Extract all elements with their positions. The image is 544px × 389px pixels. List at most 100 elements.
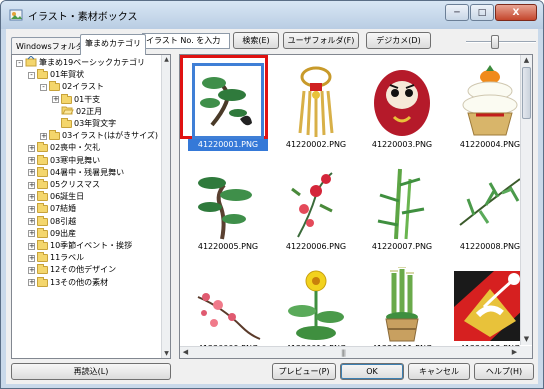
expand-icon[interactable]: +: [28, 279, 35, 287]
tree-item-label: 09出産: [50, 228, 77, 238]
folder-icon: [37, 142, 48, 153]
tree-item-label: 02喪中・欠礼: [50, 143, 101, 153]
preview-button[interactable]: プレビュー(P): [272, 363, 336, 380]
scroll-up-icon[interactable]: ▲: [162, 55, 170, 64]
tree-item-label: 01干支: [74, 94, 101, 104]
tab-fudemame-category[interactable]: 筆まめカテゴリ: [80, 34, 146, 55]
ok-button[interactable]: OK: [340, 363, 404, 380]
tree-item[interactable]: +03寒中見舞い: [28, 154, 101, 167]
reload-button[interactable]: 再読込(L): [11, 363, 171, 380]
expand-icon[interactable]: +: [40, 132, 47, 140]
thumbnail-item[interactable]: 41220006.PNG: [272, 161, 360, 261]
collapse-icon[interactable]: -: [16, 59, 23, 67]
folder-icon: [61, 93, 72, 104]
tree-item-label: 05クリスマス: [50, 180, 100, 189]
search-button[interactable]: 検索(E): [233, 32, 279, 49]
tree-item[interactable]: - 01年賀状: [28, 69, 84, 81]
scroll-left-icon[interactable]: ◀: [180, 347, 191, 358]
thumbnail-item[interactable]: 41220005.PNG: [184, 161, 272, 261]
close-button[interactable]: X: [495, 4, 537, 21]
thumbnail-item[interactable]: 41220001.PNG: [180, 55, 272, 159]
tree-item[interactable]: +13その他の素材: [28, 276, 108, 289]
tree-item[interactable]: +09出産: [28, 227, 77, 240]
scroll-up-icon[interactable]: ▲: [521, 55, 532, 66]
pine-tree-icon: [192, 165, 264, 241]
search-input[interactable]: イラスト No. を入力: [142, 33, 230, 49]
tree-item[interactable]: +05クリスマス: [28, 179, 100, 191]
daruma-icon: [366, 63, 438, 139]
tree-item[interactable]: +12その他デザイン: [28, 264, 116, 276]
tree-item-label: 03イラスト(はがきサイズ): [62, 131, 159, 141]
expand-icon[interactable]: +: [28, 205, 35, 213]
expand-icon[interactable]: +: [28, 218, 35, 226]
scroll-down-icon[interactable]: ▼: [162, 349, 170, 358]
tree-item[interactable]: +04暑中・残暑見舞い: [28, 166, 124, 179]
folder-icon: [37, 154, 48, 165]
tree-item[interactable]: - 02イラスト: [40, 81, 104, 93]
tree-item-label: 03寒中見舞い: [50, 155, 101, 165]
thumbnail-item[interactable]: 41220007.PNG: [358, 161, 446, 261]
tree-item-label: 06誕生日: [50, 192, 85, 202]
thumbnail-item[interactable]: 41220010.PNG: [272, 263, 360, 358]
thumbnail-filename: 41220005.PNG: [197, 242, 259, 251]
tree-item-label: 07結婚: [50, 204, 77, 214]
expand-icon[interactable]: +: [28, 181, 35, 189]
tree-item-label: 12その他デザイン: [50, 265, 117, 275]
scroll-down-icon[interactable]: ▼: [521, 334, 532, 345]
tree-item[interactable]: +03イラスト(はがきサイズ): [40, 130, 158, 142]
expand-icon[interactable]: +: [28, 169, 35, 177]
help-button[interactable]: ヘルプ(H): [474, 363, 534, 380]
thumbnail-item[interactable]: 41220002.PNG: [272, 59, 360, 159]
window-title: イラスト・素材ボックス: [28, 11, 138, 23]
tree-item[interactable]: +02喪中・欠礼: [28, 142, 100, 154]
tree-item[interactable]: 02正月: [52, 105, 103, 118]
tab-label: Windowsフォルダ: [16, 42, 84, 51]
thumbnail-grid: 41220001.PNG 41220002.PNG 41220003.PNG 4122…: [179, 54, 533, 359]
tree-item[interactable]: +06誕生日: [28, 191, 84, 203]
tree-item[interactable]: - 筆まめ19ベーシックカテゴリ: [16, 55, 146, 69]
cancel-button[interactable]: キャンセル: [408, 363, 470, 380]
scroll-thumb[interactable]: [522, 67, 531, 119]
expand-icon[interactable]: +: [28, 254, 35, 262]
expand-icon[interactable]: +: [28, 157, 35, 165]
folder-icon: [37, 215, 48, 226]
tree-item[interactable]: +11ラベル: [28, 252, 84, 264]
tree-scrollbar[interactable]: ▲ ▼: [161, 55, 170, 358]
folder-icon: [49, 81, 60, 92]
maximize-icon: □: [477, 7, 487, 18]
tree-item[interactable]: 03年賀文字: [52, 118, 116, 130]
tree-item-label: 11ラベル: [50, 253, 85, 263]
expand-icon[interactable]: +: [28, 230, 35, 238]
tree-item[interactable]: +07結婚: [28, 203, 76, 215]
app-icon: [9, 8, 23, 22]
tree-item-label: 03年賀文字: [74, 119, 117, 128]
thumbnail-item[interactable]: 41220003.PNG: [358, 59, 446, 159]
expand-icon[interactable]: +: [28, 144, 35, 152]
tree-item-label: 筆まめ19ベーシックカテゴリ: [39, 58, 146, 67]
collapse-icon[interactable]: -: [40, 83, 47, 91]
tree-item[interactable]: +08引越: [28, 215, 76, 228]
expand-icon[interactable]: +: [28, 193, 35, 201]
vertical-scrollbar[interactable]: ▲ ▼: [520, 55, 532, 345]
kadomatsu-icon: [366, 266, 438, 343]
scroll-right-icon[interactable]: ▶: [509, 347, 520, 358]
tree-item[interactable]: +10季節イベント・挨拶: [28, 240, 132, 252]
tab-windows-folder[interactable]: Windowsフォルダ: [11, 37, 89, 55]
folder-icon: [37, 264, 48, 275]
expand-icon[interactable]: +: [52, 96, 59, 104]
thumbnail-item[interactable]: 41220009.PNG: [184, 263, 272, 358]
bamboo-icon: [366, 165, 438, 241]
slider-thumb[interactable]: [491, 35, 499, 49]
tree-item[interactable]: +01干支: [52, 93, 101, 106]
expand-icon[interactable]: +: [28, 242, 35, 250]
minimize-button[interactable]: ─: [445, 4, 469, 21]
title-bar[interactable]: イラスト・素材ボックス ─ □ X: [1, 1, 543, 29]
horizontal-scrollbar[interactable]: ◀ ||| ▶: [180, 346, 520, 358]
thumbnail-size-slider[interactable]: [464, 34, 538, 50]
digicam-button[interactable]: デジカメ(D): [366, 32, 431, 49]
thumbnail-item[interactable]: 41220011.PNG: [358, 263, 446, 358]
maximize-button[interactable]: □: [470, 4, 494, 21]
collapse-icon[interactable]: -: [28, 71, 35, 79]
expand-icon[interactable]: +: [28, 266, 35, 274]
user-folder-button[interactable]: ユーザフォルダ(F): [283, 32, 359, 49]
